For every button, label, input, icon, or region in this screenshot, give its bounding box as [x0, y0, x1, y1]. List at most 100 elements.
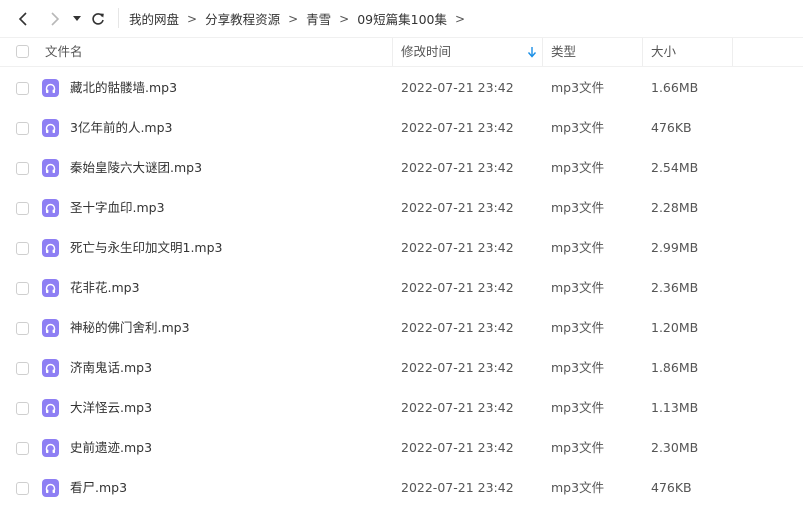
forward-button[interactable]	[44, 9, 64, 29]
select-all-checkbox[interactable]	[16, 45, 29, 58]
row-checkbox[interactable]	[16, 322, 29, 335]
file-modified: 2022-07-21 23:42	[401, 80, 514, 95]
breadcrumb-item-shared-resources[interactable]: 分享教程资源	[205, 9, 280, 28]
headphones-icon	[45, 443, 56, 453]
file-modified: 2022-07-21 23:42	[401, 480, 514, 495]
file-modified: 2022-07-21 23:42	[401, 240, 514, 255]
row-checkbox[interactable]	[16, 202, 29, 215]
row-checkbox[interactable]	[16, 162, 29, 175]
file-size: 2.28MB	[651, 200, 699, 215]
breadcrumb-separator: >	[339, 11, 350, 26]
file-name[interactable]: 秦始皇陵六大谜团.mp3	[70, 148, 202, 188]
breadcrumb-separator: >	[187, 11, 198, 26]
file-name[interactable]: 济南鬼话.mp3	[70, 348, 152, 388]
file-name[interactable]: 圣十字血印.mp3	[70, 188, 165, 228]
row-checkbox[interactable]	[16, 122, 29, 135]
audio-file-icon	[42, 359, 59, 377]
toolbar: 我的网盘 > 分享教程资源 > 青雪 > 09短篇集100集 >	[0, 0, 803, 37]
refresh-icon	[92, 13, 104, 25]
history-dropdown-button[interactable]	[70, 12, 84, 26]
file-row[interactable]: 花非花.mp3 2022-07-21 23:42 mp3文件 2.36MB	[0, 268, 803, 308]
file-size: 476KB	[651, 120, 692, 135]
chevron-left-icon	[18, 12, 27, 26]
headphones-icon	[45, 363, 56, 373]
file-modified: 2022-07-21 23:42	[401, 320, 514, 335]
headphones-icon	[45, 203, 56, 213]
audio-file-icon	[42, 279, 59, 297]
breadcrumb-item-current-folder[interactable]: 09短篇集100集	[357, 9, 447, 28]
file-type: mp3文件	[551, 200, 605, 215]
file-size: 1.66MB	[651, 80, 699, 95]
file-modified: 2022-07-21 23:42	[401, 360, 514, 375]
column-divider[interactable]	[732, 38, 733, 66]
column-type-header[interactable]: 类型	[551, 38, 576, 66]
row-checkbox[interactable]	[16, 482, 29, 495]
file-modified: 2022-07-21 23:42	[401, 200, 514, 215]
file-size: 2.99MB	[651, 240, 699, 255]
row-checkbox[interactable]	[16, 362, 29, 375]
sort-descending-icon[interactable]	[527, 46, 537, 58]
file-name[interactable]: 史前遗迹.mp3	[70, 428, 152, 468]
file-name[interactable]: 看尸.mp3	[70, 468, 127, 508]
file-row[interactable]: 大洋怪云.mp3 2022-07-21 23:42 mp3文件 1.13MB	[0, 388, 803, 428]
file-name[interactable]: 大洋怪云.mp3	[70, 388, 152, 428]
column-divider[interactable]	[542, 38, 543, 66]
row-checkbox[interactable]	[16, 442, 29, 455]
breadcrumb-item-qingxue[interactable]: 青雪	[306, 9, 331, 28]
headphones-icon	[45, 283, 56, 293]
file-type: mp3文件	[551, 120, 605, 135]
file-type: mp3文件	[551, 80, 605, 95]
headphones-icon	[45, 483, 56, 493]
file-size: 1.13MB	[651, 400, 699, 415]
headphones-icon	[45, 123, 56, 133]
breadcrumb-separator: >	[455, 11, 466, 26]
file-modified: 2022-07-21 23:42	[401, 120, 514, 135]
file-type: mp3文件	[551, 280, 605, 295]
audio-file-icon	[42, 319, 59, 337]
column-name-header[interactable]: 文件名	[45, 38, 83, 66]
headphones-icon	[45, 323, 56, 333]
file-name[interactable]: 神秘的佛门舍利.mp3	[70, 308, 190, 348]
file-size: 2.54MB	[651, 160, 699, 175]
back-button[interactable]	[14, 9, 34, 29]
column-size-header[interactable]: 大小	[651, 38, 676, 66]
file-row[interactable]: 史前遗迹.mp3 2022-07-21 23:42 mp3文件 2.30MB	[0, 428, 803, 468]
file-row[interactable]: 神秘的佛门舍利.mp3 2022-07-21 23:42 mp3文件 1.20M…	[0, 308, 803, 348]
file-type: mp3文件	[551, 440, 605, 455]
row-checkbox[interactable]	[16, 82, 29, 95]
audio-file-icon	[42, 79, 59, 97]
breadcrumb-item-my-drive[interactable]: 我的网盘	[129, 9, 179, 28]
row-checkbox[interactable]	[16, 402, 29, 415]
row-checkbox[interactable]	[16, 242, 29, 255]
file-name[interactable]: 花非花.mp3	[70, 268, 140, 308]
audio-file-icon	[42, 159, 59, 177]
file-type: mp3文件	[551, 360, 605, 375]
file-modified: 2022-07-21 23:42	[401, 400, 514, 415]
headphones-icon	[45, 403, 56, 413]
file-type: mp3文件	[551, 160, 605, 175]
headphones-icon	[45, 83, 56, 93]
file-row[interactable]: 看尸.mp3 2022-07-21 23:42 mp3文件 476KB	[0, 468, 803, 508]
column-divider[interactable]	[642, 38, 643, 66]
file-size: 1.20MB	[651, 320, 699, 335]
file-type: mp3文件	[551, 400, 605, 415]
row-checkbox[interactable]	[16, 282, 29, 295]
file-name[interactable]: 藏北的骷髅墙.mp3	[70, 68, 177, 108]
file-size: 1.86MB	[651, 360, 699, 375]
file-row[interactable]: 圣十字血印.mp3 2022-07-21 23:42 mp3文件 2.28MB	[0, 188, 803, 228]
file-row[interactable]: 死亡与永生印加文明1.mp3 2022-07-21 23:42 mp3文件 2.…	[0, 228, 803, 268]
file-row[interactable]: 济南鬼话.mp3 2022-07-21 23:42 mp3文件 1.86MB	[0, 348, 803, 388]
toolbar-divider	[118, 8, 119, 28]
column-modified-header[interactable]: 修改时间	[401, 38, 451, 66]
file-row[interactable]: 秦始皇陵六大谜团.mp3 2022-07-21 23:42 mp3文件 2.54…	[0, 148, 803, 188]
file-row[interactable]: 藏北的骷髅墙.mp3 2022-07-21 23:42 mp3文件 1.66MB	[0, 68, 803, 108]
column-divider[interactable]	[392, 38, 393, 66]
audio-file-icon	[42, 479, 59, 497]
audio-file-icon	[42, 119, 59, 137]
file-name[interactable]: 死亡与永生印加文明1.mp3	[70, 228, 223, 268]
file-name[interactable]: 3亿年前的人.mp3	[70, 108, 173, 148]
headphones-icon	[45, 243, 56, 253]
refresh-button[interactable]	[88, 9, 108, 29]
column-header: 文件名 修改时间 类型 大小	[0, 37, 803, 67]
file-row[interactable]: 3亿年前的人.mp3 2022-07-21 23:42 mp3文件 476KB	[0, 108, 803, 148]
